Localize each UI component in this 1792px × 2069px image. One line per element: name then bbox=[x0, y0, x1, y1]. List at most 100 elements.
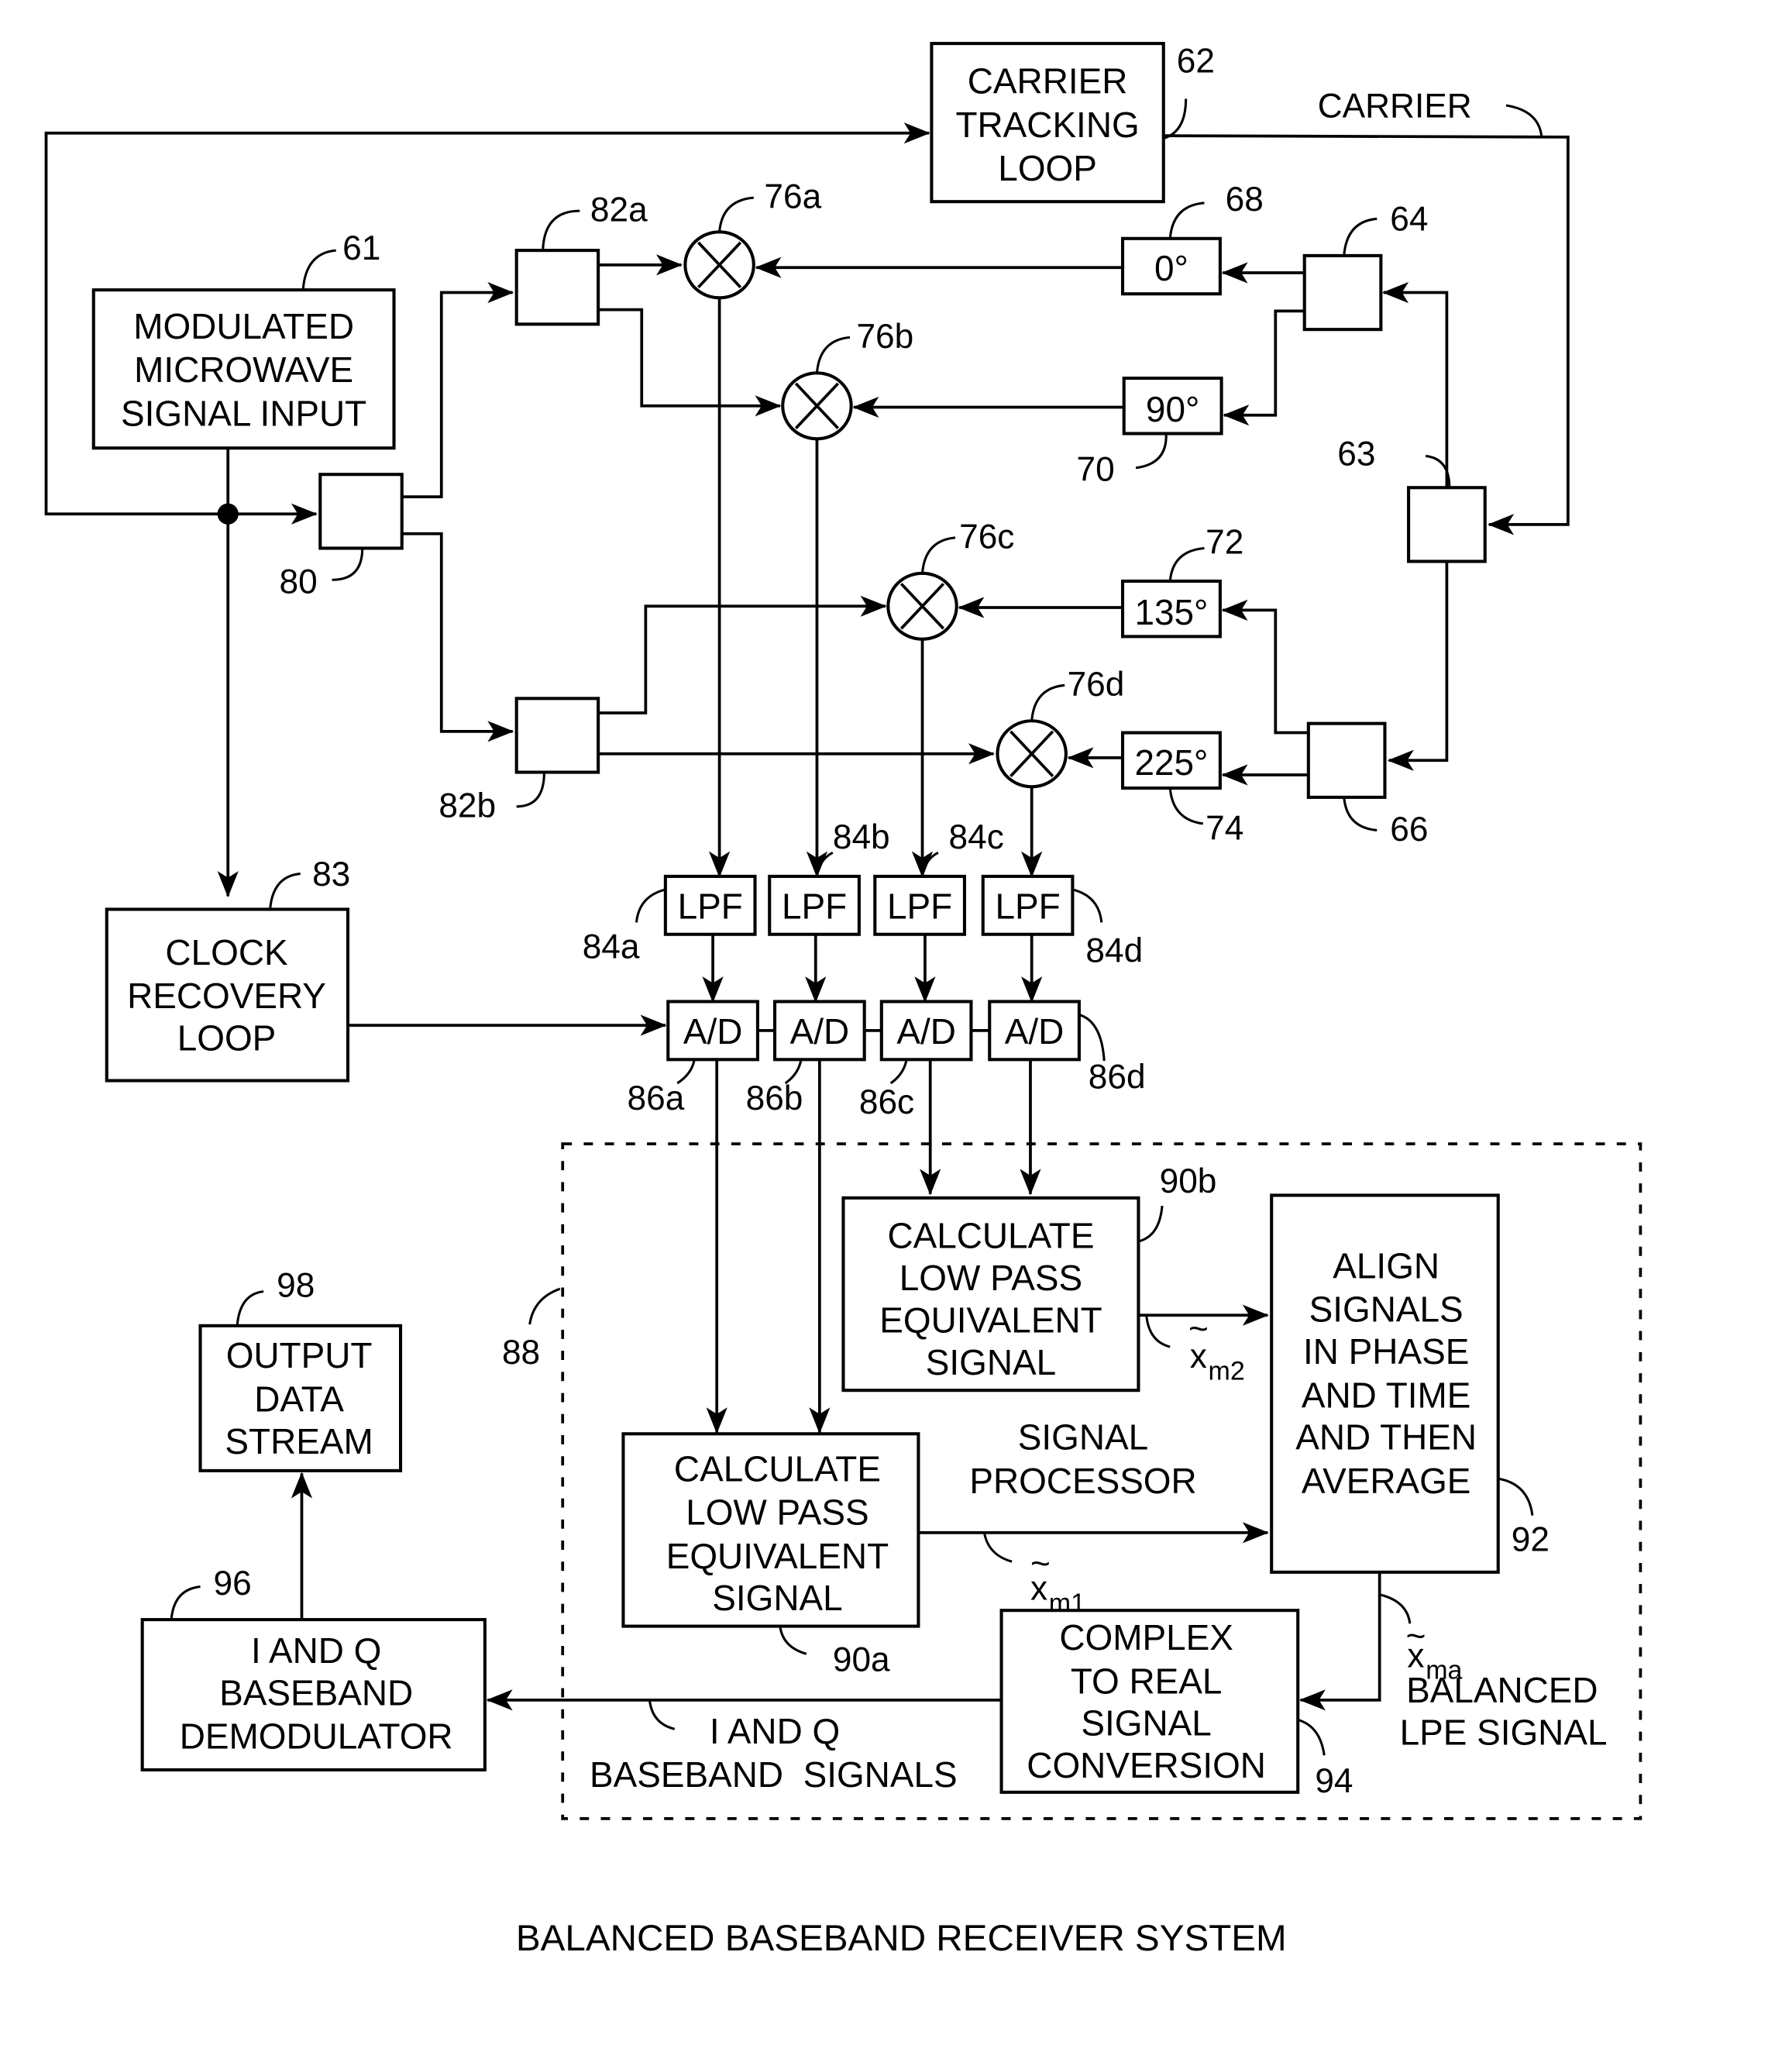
lpf-84d: LPF bbox=[981, 874, 1075, 936]
adc-86c: A/D bbox=[879, 1000, 973, 1062]
ref-label-90b: 90b bbox=[1160, 1162, 1217, 1200]
ref-leader bbox=[815, 851, 834, 877]
block-line: LOOP bbox=[177, 1017, 277, 1058]
splitter80-to-82b-wire bbox=[401, 532, 514, 742]
ref-label-86c: 86c bbox=[859, 1083, 914, 1121]
ref-leader bbox=[1168, 787, 1203, 825]
ref-label-84d: 84d bbox=[1085, 931, 1143, 969]
ref-leader bbox=[516, 772, 545, 808]
ref-leader bbox=[1168, 201, 1205, 239]
splitter-63 bbox=[1407, 486, 1487, 563]
ref-leader bbox=[1297, 1718, 1326, 1756]
ref-label-86b: 86b bbox=[746, 1079, 803, 1117]
xm2-label: ~ x m2 bbox=[1188, 1310, 1245, 1386]
64-to-90deg-wire bbox=[1223, 309, 1305, 426]
ref-label-86d: 86d bbox=[1089, 1059, 1146, 1096]
block-line: LOW PASS bbox=[899, 1258, 1082, 1298]
block-line: DEMODULATOR bbox=[180, 1716, 453, 1757]
adc-86a: A/D bbox=[666, 1000, 759, 1062]
ref-leader bbox=[921, 851, 939, 877]
block-line: COMPLEX bbox=[1059, 1617, 1233, 1658]
subscript: m2 bbox=[1209, 1357, 1245, 1386]
ref-leader bbox=[920, 536, 956, 573]
ref-leader bbox=[269, 872, 301, 910]
signal-input-block: MODULATED MICROWAVE SIGNAL INPUT bbox=[91, 288, 396, 450]
ref-label-90a: 90a bbox=[833, 1640, 890, 1678]
82b-to-76c-wire bbox=[598, 595, 887, 714]
block-line: MICROWAVE bbox=[134, 349, 353, 390]
block-line: BASEBAND bbox=[219, 1673, 413, 1713]
block-line: IN PHASE bbox=[1303, 1331, 1469, 1372]
balanced-baseband-receiver-diagram: CARRIER TRACKING LOOP 62 CARRIER MODULAT… bbox=[44, 42, 1642, 1959]
ref-label-66: 66 bbox=[1390, 811, 1428, 849]
phase-label: 225° bbox=[1134, 742, 1208, 783]
ref-label-63: 63 bbox=[1337, 435, 1375, 473]
align-and-average-block: ALIGN SIGNALS IN PHASE AND TIME AND THEN… bbox=[1270, 1193, 1500, 1574]
ref-leader bbox=[1505, 104, 1543, 138]
xma-wire bbox=[1298, 1572, 1381, 1711]
adc-86b: A/D bbox=[772, 1000, 866, 1062]
ref-label-92: 92 bbox=[1512, 1521, 1550, 1559]
block-line: SIGNALS bbox=[1309, 1289, 1464, 1330]
block-line: SIGNAL INPUT bbox=[121, 393, 366, 433]
lpf-84a: LPF bbox=[663, 874, 757, 936]
block-line: AND THEN bbox=[1295, 1417, 1477, 1458]
ref-leader bbox=[635, 888, 666, 923]
ref-leader bbox=[815, 336, 851, 374]
ref-leader bbox=[1163, 98, 1188, 140]
block-line: TO REAL bbox=[1071, 1661, 1223, 1701]
carrier-tracking-loop-block: CARRIER TRACKING LOOP bbox=[930, 42, 1165, 204]
ref-leader bbox=[1343, 217, 1378, 256]
ref-label-80: 80 bbox=[280, 563, 318, 601]
splitter-64 bbox=[1302, 253, 1383, 332]
ref-label-82b: 82b bbox=[439, 787, 496, 825]
adc-label: A/D bbox=[1005, 1011, 1065, 1052]
ref-label-76a: 76a bbox=[764, 178, 821, 216]
ref-leader bbox=[1137, 1205, 1164, 1243]
output-data-stream-block: OUTPUT DATA STREAM bbox=[198, 1324, 403, 1472]
lpf-label: LPF bbox=[887, 886, 952, 926]
ref-leader bbox=[528, 1287, 561, 1325]
block-line: EQUIVALENT bbox=[666, 1536, 889, 1576]
x-symbol: x bbox=[1407, 1637, 1424, 1675]
ref-label-84c: 84c bbox=[949, 818, 1004, 856]
block-line: TRACKING bbox=[955, 105, 1139, 145]
block-line: CARRIER bbox=[968, 61, 1128, 102]
ref-leader bbox=[779, 1626, 807, 1655]
mixer-76a bbox=[683, 230, 755, 300]
lpf-label: LPF bbox=[678, 886, 743, 926]
82a-to-76b-wire bbox=[598, 308, 782, 417]
figure-caption: BALANCED BASEBAND RECEIVER SYSTEM bbox=[516, 1918, 1287, 1959]
iq-baseband-label: I AND Q bbox=[710, 1711, 840, 1751]
phase-label: 135° bbox=[1134, 592, 1208, 632]
adc-label: A/D bbox=[790, 1011, 850, 1052]
complex-to-real-block: COMPLEX TO REAL SIGNAL CONVERSION bbox=[999, 1609, 1300, 1794]
ref-leader bbox=[1072, 888, 1103, 923]
ref-leader bbox=[542, 209, 580, 251]
carrier-label: CARRIER bbox=[1318, 87, 1472, 125]
adc-label: A/D bbox=[896, 1011, 956, 1052]
block-line: AVERAGE bbox=[1302, 1461, 1471, 1501]
signal-processor-label: SIGNAL bbox=[1018, 1417, 1148, 1458]
block-line: STREAM bbox=[225, 1421, 373, 1461]
block-line: SIGNAL bbox=[926, 1342, 1056, 1382]
xm1-label: ~ x m1 bbox=[1030, 1544, 1085, 1618]
mixer-76b bbox=[781, 371, 853, 441]
ref-label-70: 70 bbox=[1077, 451, 1115, 489]
block-line: CALCULATE bbox=[887, 1216, 1094, 1256]
lpf-84b: LPF bbox=[768, 874, 861, 936]
iq-demodulator-block: I AND Q BASEBAND DEMODULATOR bbox=[140, 1618, 487, 1771]
iq-baseband-label: BASEBAND SIGNALS bbox=[590, 1754, 958, 1795]
balanced-lpe-label: LPE SIGNAL bbox=[1400, 1713, 1608, 1753]
phase-shifter-90: 90° bbox=[1122, 377, 1223, 435]
ref-label-72: 72 bbox=[1206, 523, 1243, 561]
x-symbol: x bbox=[1190, 1337, 1207, 1375]
ref-label-82a: 82a bbox=[590, 191, 648, 229]
ref-leader bbox=[889, 1059, 908, 1085]
ref-label-64: 64 bbox=[1390, 201, 1428, 239]
ref-label-96: 96 bbox=[214, 1565, 252, 1603]
66-to-135deg-wire bbox=[1221, 599, 1309, 735]
block-line: EQUIVALENT bbox=[879, 1300, 1102, 1340]
ref-leader bbox=[718, 196, 754, 232]
ref-label-62: 62 bbox=[1177, 43, 1215, 81]
